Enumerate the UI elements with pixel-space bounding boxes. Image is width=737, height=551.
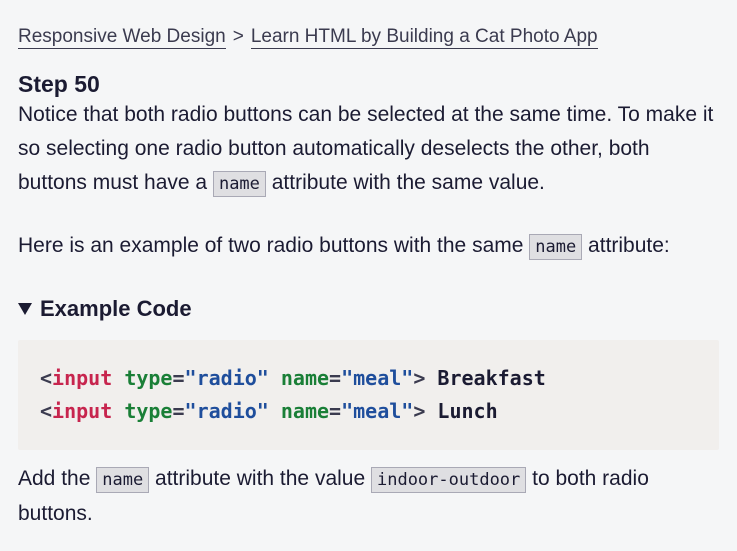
code-value: "meal" <box>341 399 414 423</box>
inline-code: indoor-outdoor <box>370 467 527 493</box>
example-code-summary-label: Example Code <box>40 296 192 321</box>
step-title: Step 50 <box>18 71 100 97</box>
instruction-paragraph-2: Here is an example of two radio buttons … <box>18 229 719 264</box>
disclosure-triangle-icon <box>18 303 32 315</box>
paragraph-text: attribute: <box>582 234 670 257</box>
inline-code: name <box>212 171 266 197</box>
code-value: "radio" <box>184 399 269 423</box>
instruction-paragraph-1: Notice that both radio buttons can be se… <box>18 98 719 201</box>
code-line: <input type="radio" name="meal"> Lunch <box>40 399 498 423</box>
inline-code: name <box>529 234 583 260</box>
code-text: Lunch <box>425 399 498 423</box>
code-text: Breakfast <box>425 366 546 390</box>
code-line: <input type="radio" name="meal"> Breakfa… <box>40 366 546 390</box>
breadcrumb: Responsive Web Design > Learn HTML by Buil… <box>18 22 719 56</box>
inline-code: name <box>96 467 150 493</box>
example-code-block: <input type="radio" name="meal"> Breakfa… <box>18 340 719 450</box>
example-code-details: Example Code <input type="radio" name="m… <box>18 294 719 450</box>
paragraph-text: attribute with the same value. <box>265 171 545 194</box>
paragraph-text: Add the <box>18 467 97 490</box>
code-tag: input <box>52 366 113 390</box>
instruction-paragraph-3: Add the name attribute with the value in… <box>18 462 719 531</box>
code-tag: input <box>52 399 113 423</box>
challenge-description: Responsive Web Design > Learn HTML by Buil… <box>0 0 737 551</box>
paragraph-text: Here is an example of two radio buttons … <box>18 234 530 257</box>
example-code-toggle[interactable]: Example Code <box>18 294 719 324</box>
code-value: "radio" <box>184 366 269 390</box>
paragraph-text: attribute with the value <box>149 467 371 490</box>
breadcrumb-separator: > <box>232 26 244 47</box>
code-attribute: name <box>280 366 330 390</box>
code-attribute: name <box>280 399 330 423</box>
code-attribute: type <box>124 366 173 390</box>
breadcrumb-course-link[interactable]: Responsive Web Design <box>18 26 226 49</box>
breadcrumb-project-link[interactable]: Learn HTML by Building a Cat Photo App <box>250 26 598 49</box>
code-value: "meal" <box>341 366 414 390</box>
code-attribute: type <box>124 399 173 423</box>
